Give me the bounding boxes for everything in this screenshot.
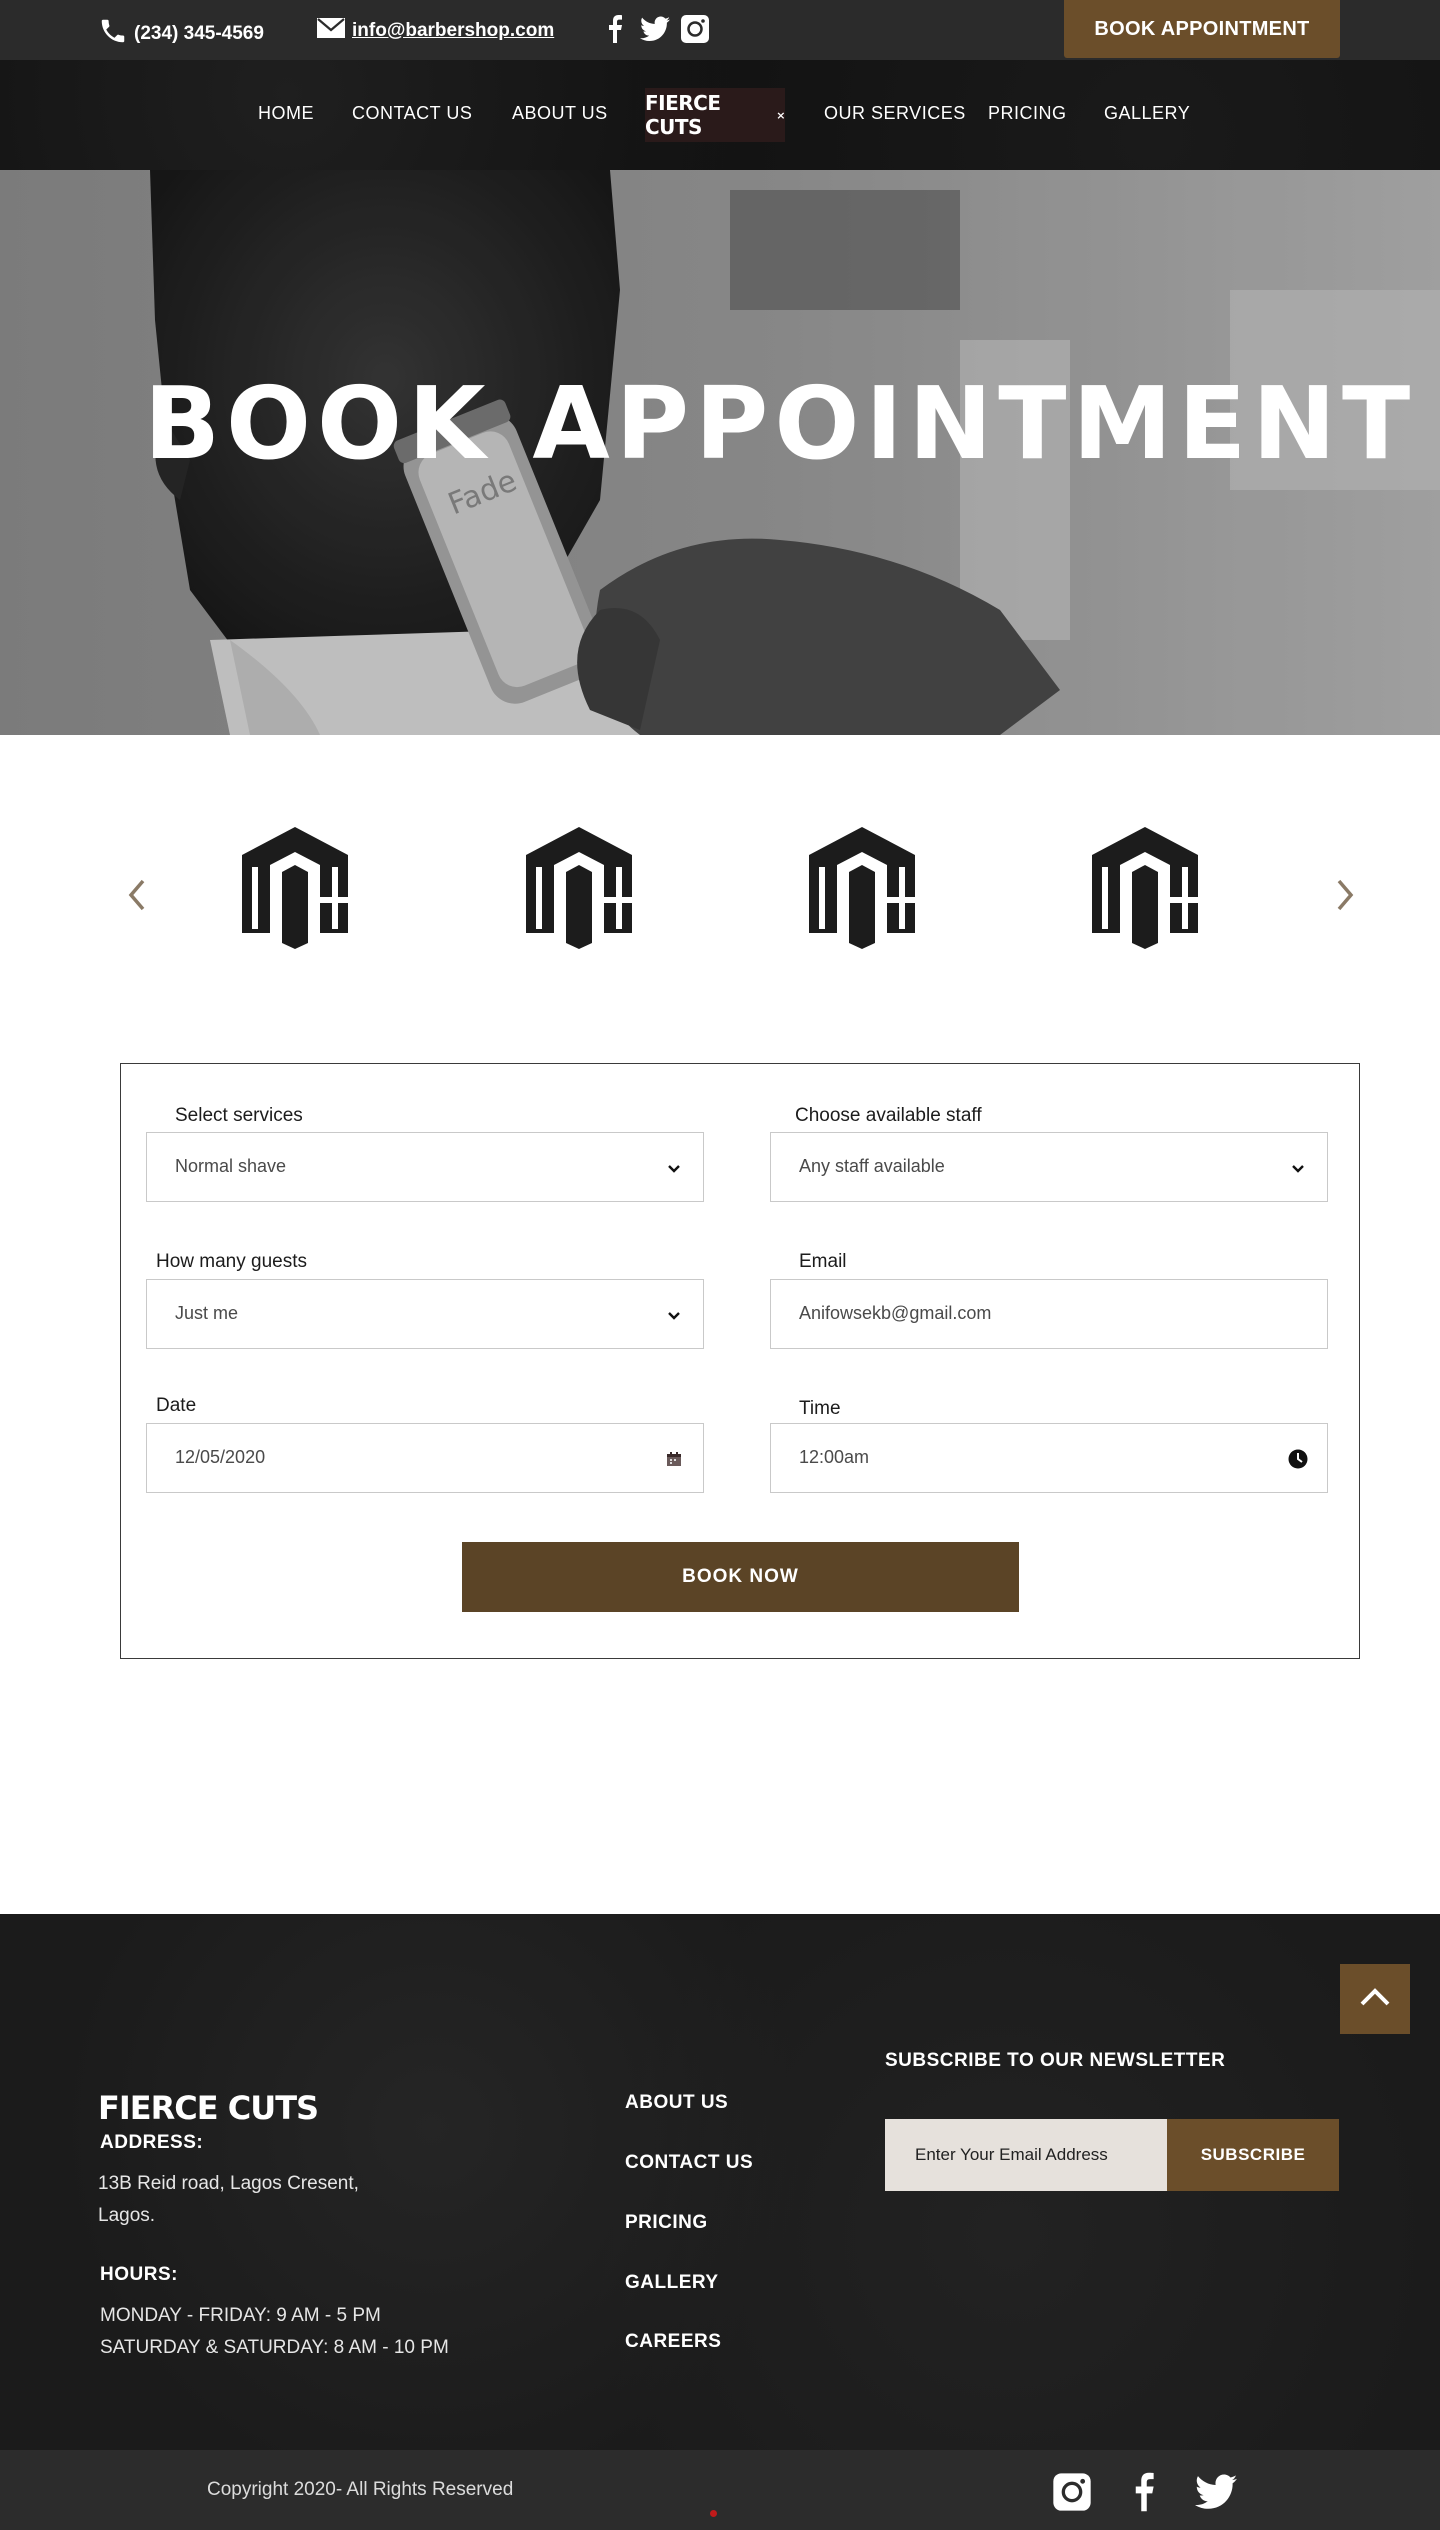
phone-number: (234) 345-4569 <box>134 23 264 44</box>
subscribe-button[interactable]: SUBSCRIBE <box>1167 2119 1339 2191</box>
twitter-icon[interactable] <box>1194 2470 1238 2514</box>
back-to-top-button[interactable] <box>1340 1964 1410 2034</box>
hours-line: MONDAY - FRIDAY: 9 AM - 5 PM <box>100 2305 381 2326</box>
nav-home[interactable]: HOME <box>258 103 314 124</box>
instagram-icon[interactable] <box>680 14 710 44</box>
brand-carousel <box>0 735 1440 1055</box>
facebook-icon[interactable] <box>600 14 630 44</box>
brand-logo <box>242 827 348 949</box>
topbar-socials <box>600 14 710 44</box>
chevron-down-icon <box>663 1304 685 1326</box>
hero-banner: Fade BOOK APPOINTMENT <box>0 170 1440 735</box>
brand-logo <box>809 827 915 949</box>
guests-select[interactable]: Just me <box>146 1279 704 1349</box>
email-contact[interactable]: info@barbershop.com <box>316 16 554 46</box>
brand-logo <box>526 827 632 949</box>
chevron-left-icon[interactable] <box>122 875 152 915</box>
footer-logo[interactable]: FIERCE CUTS <box>98 2089 319 2127</box>
services-label: Select services <box>175 1105 303 1126</box>
time-value: 12:00am <box>799 1447 870 1467</box>
brand-logo <box>1092 827 1198 949</box>
nav-pricing[interactable]: PRICING <box>988 103 1067 124</box>
main-nav: HOME CONTACT US ABOUT US FIERCE CUTS × OU… <box>0 60 1440 170</box>
email-value: Anifowsekb@gmail.com <box>799 1303 992 1323</box>
hours-line: SATURDAY & SATURDAY: 8 AM - 10 PM <box>100 2337 449 2358</box>
staff-label: Choose available staff <box>795 1105 982 1126</box>
date-value: 12/05/2020 <box>175 1447 266 1467</box>
instagram-icon[interactable] <box>1050 2470 1094 2514</box>
site-logo-text: FIERCE CUTS <box>645 91 721 139</box>
footer-link-contact-us[interactable]: CONTACT US <box>625 2152 753 2174</box>
footer-link-about-us[interactable]: ABOUT US <box>625 2092 728 2114</box>
book-appointment-button[interactable]: BOOK APPOINTMENT <box>1064 0 1340 58</box>
twitter-icon[interactable] <box>640 14 670 44</box>
time-field[interactable]: 12:00am <box>770 1423 1328 1493</box>
footer-link-pricing[interactable]: PRICING <box>625 2212 708 2234</box>
top-bar: (234) 345-4569 info@barbershop.com BOOK … <box>0 0 1440 60</box>
hours-heading: HOURS: <box>100 2264 178 2285</box>
mail-icon <box>316 16 346 46</box>
email-label: Email <box>799 1251 847 1272</box>
hours-text: MONDAY - FRIDAY: 9 AM - 5 PM SATURDAY & … <box>100 2300 449 2364</box>
book-now-button[interactable]: BOOK NOW <box>462 1542 1019 1612</box>
services-select[interactable]: Normal shave <box>146 1132 704 1202</box>
address-line: Lagos. <box>98 2205 156 2226</box>
indicator-dot <box>710 2510 717 2517</box>
chevron-right-icon[interactable] <box>1330 875 1360 915</box>
address-text: 13B Reid road, Lagos Cresent, Lagos. <box>98 2168 418 2232</box>
booking-form: Select services Normal shave Choose avai… <box>120 1063 1360 1659</box>
newsletter-email-input[interactable]: Enter Your Email Address <box>885 2119 1167 2191</box>
hero-title: BOOK APPOINTMENT <box>143 365 1417 482</box>
chevron-down-icon <box>1287 1157 1309 1179</box>
guests-label: How many guests <box>156 1251 308 1272</box>
footer-link-gallery[interactable]: GALLERY <box>625 2272 719 2294</box>
email-field[interactable]: Anifowsekb@gmail.com <box>770 1279 1328 1349</box>
nav-contact-us[interactable]: CONTACT US <box>352 103 472 124</box>
staff-value: Any staff available <box>799 1156 945 1176</box>
footer: FIERCE CUTS ADDRESS: 13B Reid road, Lago… <box>0 1914 1440 2450</box>
newsletter-placeholder: Enter Your Email Address <box>915 2145 1108 2164</box>
footer-socials <box>1050 2470 1238 2514</box>
guests-value: Just me <box>175 1303 239 1323</box>
email-address: info@barbershop.com <box>352 20 555 41</box>
staff-select[interactable]: Any staff available <box>770 1132 1328 1202</box>
address-heading: ADDRESS: <box>100 2132 204 2153</box>
nav-gallery[interactable]: GALLERY <box>1104 103 1190 124</box>
time-label: Time <box>799 1398 841 1419</box>
calendar-icon[interactable] <box>663 1448 685 1470</box>
logo-mark: × <box>776 108 785 122</box>
date-label: Date <box>156 1395 197 1416</box>
address-line: 13B Reid road, Lagos Cresent, <box>98 2173 359 2194</box>
services-value: Normal shave <box>175 1156 287 1176</box>
chevron-up-icon <box>1359 1987 1391 2012</box>
nav-about-us[interactable]: ABOUT US <box>512 103 608 124</box>
phone-contact[interactable]: (234) 345-4569 <box>98 16 264 52</box>
newsletter-heading: SUBSCRIBE TO OUR NEWSLETTER <box>885 2050 1226 2071</box>
copyright-bar: Copyright 2020- All Rights Reserved <box>0 2450 1440 2530</box>
site-logo[interactable]: FIERCE CUTS × <box>645 88 785 142</box>
clock-icon[interactable] <box>1287 1448 1309 1470</box>
copyright-text: Copyright 2020- All Rights Reserved <box>207 2479 514 2500</box>
phone-icon <box>98 16 128 52</box>
date-field[interactable]: 12/05/2020 <box>146 1423 704 1493</box>
footer-link-careers[interactable]: CAREERS <box>625 2331 721 2353</box>
nav-our-services[interactable]: OUR SERVICES <box>824 103 966 124</box>
facebook-icon[interactable] <box>1122 2470 1166 2514</box>
chevron-down-icon <box>663 1157 685 1179</box>
